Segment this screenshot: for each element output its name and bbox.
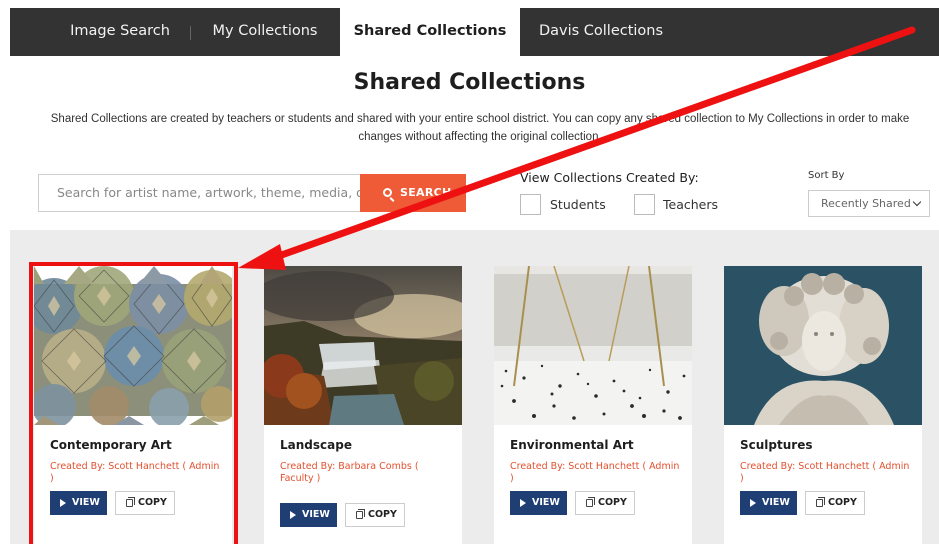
search-button-label: SEARCH (400, 186, 452, 199)
view-button[interactable]: VIEW (280, 503, 337, 527)
copy-button-label: COPY (138, 497, 167, 508)
collection-thumbnail[interactable] (264, 266, 462, 425)
tab-my-collections[interactable]: My Collections (205, 8, 325, 56)
kaleidoscope-image (34, 266, 232, 425)
collection-thumbnail[interactable] (34, 266, 232, 425)
collection-thumbnail[interactable] (724, 266, 922, 425)
collection-creator: Created By: Scott Hanchett ( Admin ) (50, 461, 220, 484)
copy-icon (586, 497, 595, 507)
copy-button[interactable]: COPY (345, 503, 405, 527)
collection-creator: Created By: Scott Hanchett ( Admin ) (510, 461, 680, 484)
collection-card: Contemporary Art Created By: Scott Hanch… (34, 266, 232, 544)
page-title: Shared Collections (353, 70, 586, 95)
teachers-checkbox-label[interactable]: Teachers (663, 197, 718, 212)
collection-thumbnail[interactable] (494, 266, 692, 425)
copy-icon (356, 509, 365, 519)
page-description: Shared Collections are created by teache… (50, 113, 910, 143)
play-icon (520, 499, 526, 507)
copy-button-label: COPY (598, 497, 627, 508)
tab-shared-collections[interactable]: Shared Collections (340, 8, 520, 56)
collection-title[interactable]: Sculptures (740, 438, 812, 452)
view-button-label: VIEW (532, 497, 560, 508)
play-icon (290, 511, 296, 519)
collection-card: Environmental Art Created By: Scott Hanc… (494, 266, 692, 544)
search-icon (383, 188, 392, 197)
play-icon (60, 499, 66, 507)
copy-button-label: COPY (828, 497, 857, 508)
view-button-label: VIEW (302, 509, 330, 520)
copy-icon (816, 497, 825, 507)
view-button-label: VIEW (72, 497, 100, 508)
view-button[interactable]: VIEW (740, 491, 797, 515)
search-input[interactable]: Search for artist name, artwork, theme, … (38, 174, 360, 212)
collection-card: Landscape Created By: Barbara Combs ( Fa… (264, 266, 462, 544)
students-checkbox[interactable] (520, 194, 541, 215)
copy-button[interactable]: COPY (575, 491, 635, 515)
sort-selected-value: Recently Shared (821, 197, 911, 210)
view-button[interactable]: VIEW (510, 491, 567, 515)
students-checkbox-label[interactable]: Students (550, 197, 606, 212)
collection-creator: Created By: Scott Hanchett ( Admin ) (740, 461, 910, 484)
top-nav: Image Search My Collections Shared Colle… (10, 8, 939, 56)
view-button[interactable]: VIEW (50, 491, 107, 515)
environmental-art-image (494, 266, 692, 425)
chevron-down-icon (912, 197, 922, 207)
filter-title: View Collections Created By: (520, 170, 699, 185)
copy-icon (126, 497, 135, 507)
tab-image-search[interactable]: Image Search (60, 8, 180, 56)
copy-button[interactable]: COPY (115, 491, 175, 515)
teachers-checkbox[interactable] (634, 194, 655, 215)
copy-button[interactable]: COPY (805, 491, 865, 515)
collection-title[interactable]: Landscape (280, 438, 352, 452)
tab-davis-collections[interactable]: Davis Collections (530, 8, 672, 56)
view-button-label: VIEW (762, 497, 790, 508)
landscape-image (264, 266, 462, 425)
collection-card: Sculptures Created By: Scott Hanchett ( … (724, 266, 922, 544)
sculpture-image (724, 266, 922, 425)
collection-creator: Created By: Barbara Combs ( Faculty ) (280, 461, 419, 484)
copy-button-label: COPY (368, 509, 397, 520)
sort-select[interactable]: Recently Shared (808, 190, 930, 217)
collection-title[interactable]: Environmental Art (510, 438, 634, 452)
nav-divider (190, 26, 191, 40)
collection-title[interactable]: Contemporary Art (50, 438, 172, 452)
play-icon (750, 499, 756, 507)
sort-label: Sort By (808, 170, 845, 181)
search-button[interactable]: SEARCH (360, 174, 466, 212)
